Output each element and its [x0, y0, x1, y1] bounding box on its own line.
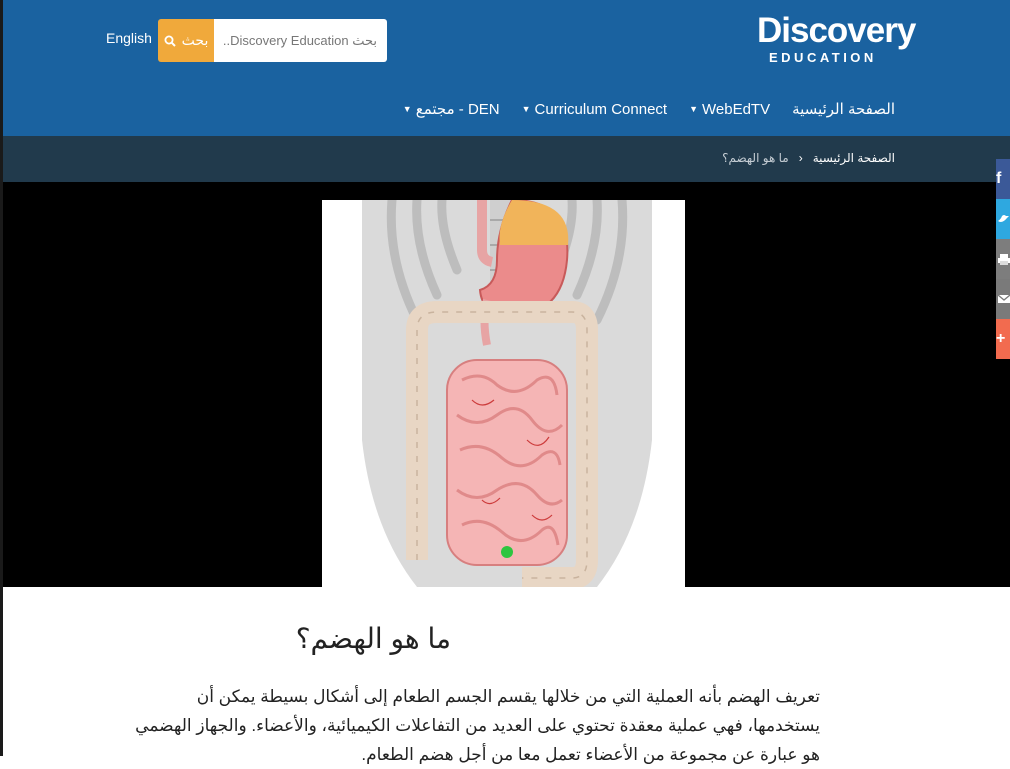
envelope-glyph: [997, 294, 1010, 303]
share-plus-icon[interactable]: +: [996, 319, 1010, 359]
social-share-bar: f +: [996, 159, 1010, 359]
nav-item-label: WebEdTV: [702, 100, 771, 118]
discovery-education-logo[interactable]: Discovery EDUCATION: [755, 12, 916, 72]
search-button-label: بحث: [181, 32, 209, 48]
video-player[interactable]: [3, 182, 1010, 587]
nav-item-den-community[interactable]: ▼ مجتمع - DEN: [403, 100, 500, 118]
nav-item-curriculum-connect[interactable]: ▼ Curriculum Connect: [522, 100, 667, 118]
facebook-icon[interactable]: f: [996, 159, 1010, 199]
breadcrumb-current: ما هو الهضم؟: [722, 151, 789, 165]
site-header: English بحث Discovery EDUCATION الصفحة ا…: [3, 0, 1010, 136]
printer-glyph: [998, 254, 1010, 265]
logo-word: Discovery: [757, 11, 916, 50]
twitter-icon[interactable]: [996, 199, 1010, 239]
caret-down-icon: ▼: [689, 104, 699, 114]
digestive-system-illustration: [362, 200, 652, 587]
twitter-bird-glyph: [998, 215, 1009, 222]
breadcrumb-bar: الصفحة الرئيسية › ما هو الهضم؟: [3, 136, 1010, 182]
logo-subtitle: EDUCATION: [769, 50, 877, 65]
search-box: بحث: [158, 19, 387, 62]
language-link-english[interactable]: English: [106, 30, 152, 46]
caret-down-icon: ▼: [402, 104, 412, 114]
search-button[interactable]: بحث: [158, 19, 214, 62]
search-input[interactable]: [214, 19, 387, 62]
nav-item-label: مجتمع - DEN: [415, 101, 500, 118]
nav-item-label: الصفحة الرئيسية: [792, 101, 895, 118]
breadcrumb: الصفحة الرئيسية › ما هو الهضم؟: [722, 151, 895, 165]
search-icon: [164, 35, 176, 47]
main-nav: الصفحة الرئيسية ▼ WebEdTV ▼ Curriculum C…: [403, 100, 895, 119]
email-icon[interactable]: [996, 279, 1010, 319]
nav-item-home[interactable]: الصفحة الرئيسية: [792, 100, 895, 118]
breadcrumb-home-link[interactable]: الصفحة الرئيسية: [813, 151, 895, 165]
nav-item-webedtv[interactable]: ▼ WebEdTV: [689, 100, 770, 118]
breadcrumb-separator: ›: [798, 151, 803, 165]
caret-down-icon: ▼: [521, 104, 531, 114]
article-title: ما هو الهضم؟: [295, 623, 451, 654]
window-edge: [0, 0, 3, 756]
nav-item-label: Curriculum Connect: [534, 100, 668, 118]
video-poster-digestive-system[interactable]: [322, 200, 685, 587]
print-icon[interactable]: [996, 239, 1010, 279]
